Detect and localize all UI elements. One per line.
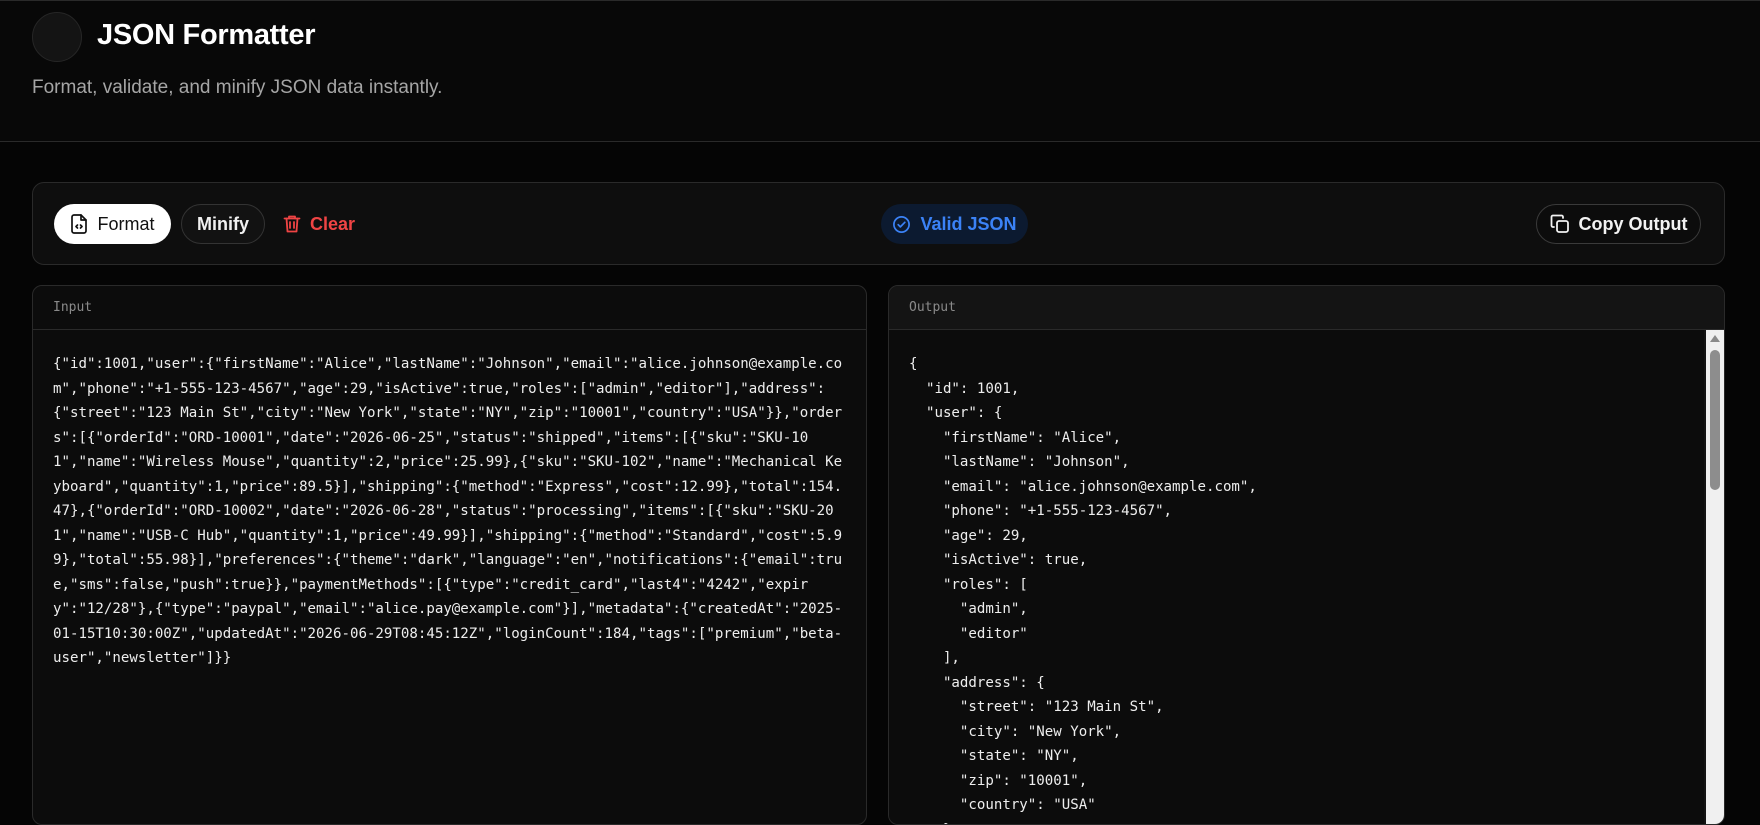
input-panel-label: Input <box>33 286 866 330</box>
output-scrollbar[interactable] <box>1706 330 1724 824</box>
valid-json-badge: Valid JSON <box>881 204 1028 244</box>
minify-button[interactable]: Minify <box>181 204 265 244</box>
clear-button[interactable]: Clear <box>281 204 357 244</box>
copy-output-label: Copy Output <box>1578 213 1688 234</box>
file-code-icon <box>70 214 88 234</box>
output-panel: Output { "id": 1001, "user": { "firstNam… <box>888 285 1725 825</box>
toolbar: Format Minify Clear Valid JSON Copy Outp… <box>32 182 1725 265</box>
status-label: Valid JSON <box>920 213 1017 234</box>
clear-button-label: Clear <box>309 213 356 234</box>
copy-output-button[interactable]: Copy Output <box>1536 204 1701 244</box>
minify-button-label: Minify <box>197 213 249 234</box>
check-circle-icon <box>892 215 911 234</box>
output-panel-label: Output <box>889 286 1724 330</box>
format-button[interactable]: Format <box>54 204 171 244</box>
trash-icon <box>283 214 301 234</box>
output-viewport: { "id": 1001, "user": { "firstName": "Al… <box>889 330 1704 824</box>
input-panel: Input {"id":1001,"user":{"firstName":"Al… <box>32 285 867 825</box>
app-header: JSON Formatter Format, validate, and min… <box>0 0 1760 142</box>
format-button-label: Format <box>97 213 155 234</box>
page-subtitle: Format, validate, and minify JSON data i… <box>32 77 443 98</box>
scroll-up-icon[interactable] <box>1710 335 1720 342</box>
logo-icon <box>32 12 82 62</box>
page-title: JSON Formatter <box>97 19 316 51</box>
json-output-viewer: { "id": 1001, "user": { "firstName": "Al… <box>889 330 1704 824</box>
json-input-editor[interactable]: {"id":1001,"user":{"firstName":"Alice","… <box>33 330 866 693</box>
copy-icon <box>1550 214 1570 234</box>
scrollbar-thumb[interactable] <box>1710 350 1720 490</box>
